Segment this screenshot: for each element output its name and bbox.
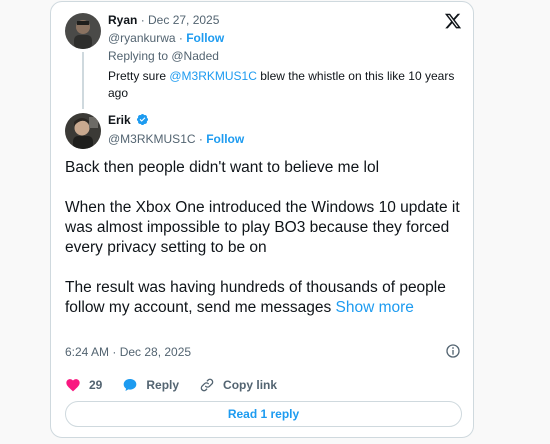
parent-handle[interactable]: @ryankurwa · <box>108 31 183 45</box>
reply-label: Reply <box>146 378 180 392</box>
tweet-author-name[interactable]: Erik <box>108 113 131 127</box>
parent-author-row: Ryan · Dec 27, 2025 <box>108 13 219 28</box>
embedded-tweet-card: Ryan · Dec 27, 2025 @ryankurwa · Follow … <box>50 1 474 438</box>
parent-mention-link[interactable]: @M3RKMUS1C <box>169 69 257 83</box>
tweet-timestamp[interactable]: 6:24 AM · Dec 28, 2025 <box>65 345 191 359</box>
avatar-erik[interactable] <box>65 113 101 149</box>
thread-line <box>82 52 84 109</box>
parent-tweet-text: Pretty sure @M3RKMUS1C blew the whistle … <box>108 68 463 102</box>
tweet-follow-link[interactable]: Follow <box>206 132 244 146</box>
replying-to: Replying to @Naded <box>108 49 219 63</box>
parent-text-start: Pretty sure <box>108 69 170 83</box>
parent-author-name[interactable]: Ryan <box>108 13 137 27</box>
link-icon <box>200 378 214 392</box>
tweet-author-row: Erik <box>108 113 149 128</box>
tweet-actions: 29 Reply Copy link <box>65 376 297 394</box>
parent-handle-row: @ryankurwa · Follow <box>108 31 224 46</box>
read-replies-button[interactable]: Read 1 reply <box>65 401 462 427</box>
like-button[interactable]: 29 <box>65 377 102 393</box>
tweet-paragraph-last: The result was having hundreds of thousa… <box>65 278 465 318</box>
tweet-handle-row: @M3RKMUS1C · Follow <box>108 132 244 147</box>
avatar-ryan[interactable] <box>65 13 101 49</box>
reply-button[interactable]: Reply <box>122 377 179 393</box>
show-more-link[interactable]: Show more <box>336 299 414 316</box>
tweet-paragraph: Back then people didn't want to believe … <box>65 159 380 176</box>
info-icon[interactable] <box>445 343 461 359</box>
copy-link-button[interactable]: Copy link <box>199 377 277 393</box>
tweet-text: Back then people didn't want to believe … <box>65 158 465 318</box>
parent-follow-link[interactable]: Follow <box>186 31 224 45</box>
heart-icon <box>66 379 80 392</box>
x-logo-icon[interactable] <box>444 12 462 30</box>
like-count: 29 <box>89 378 103 392</box>
tweet-handle[interactable]: @M3RKMUS1C · <box>108 132 203 146</box>
copy-link-label: Copy link <box>223 378 278 392</box>
verified-badge-icon <box>136 113 149 126</box>
tweet-paragraph: When the Xbox One introduced the Windows… <box>65 199 460 256</box>
parent-date[interactable]: · Dec 27, 2025 <box>141 13 220 27</box>
reply-bubble-icon <box>124 379 137 391</box>
